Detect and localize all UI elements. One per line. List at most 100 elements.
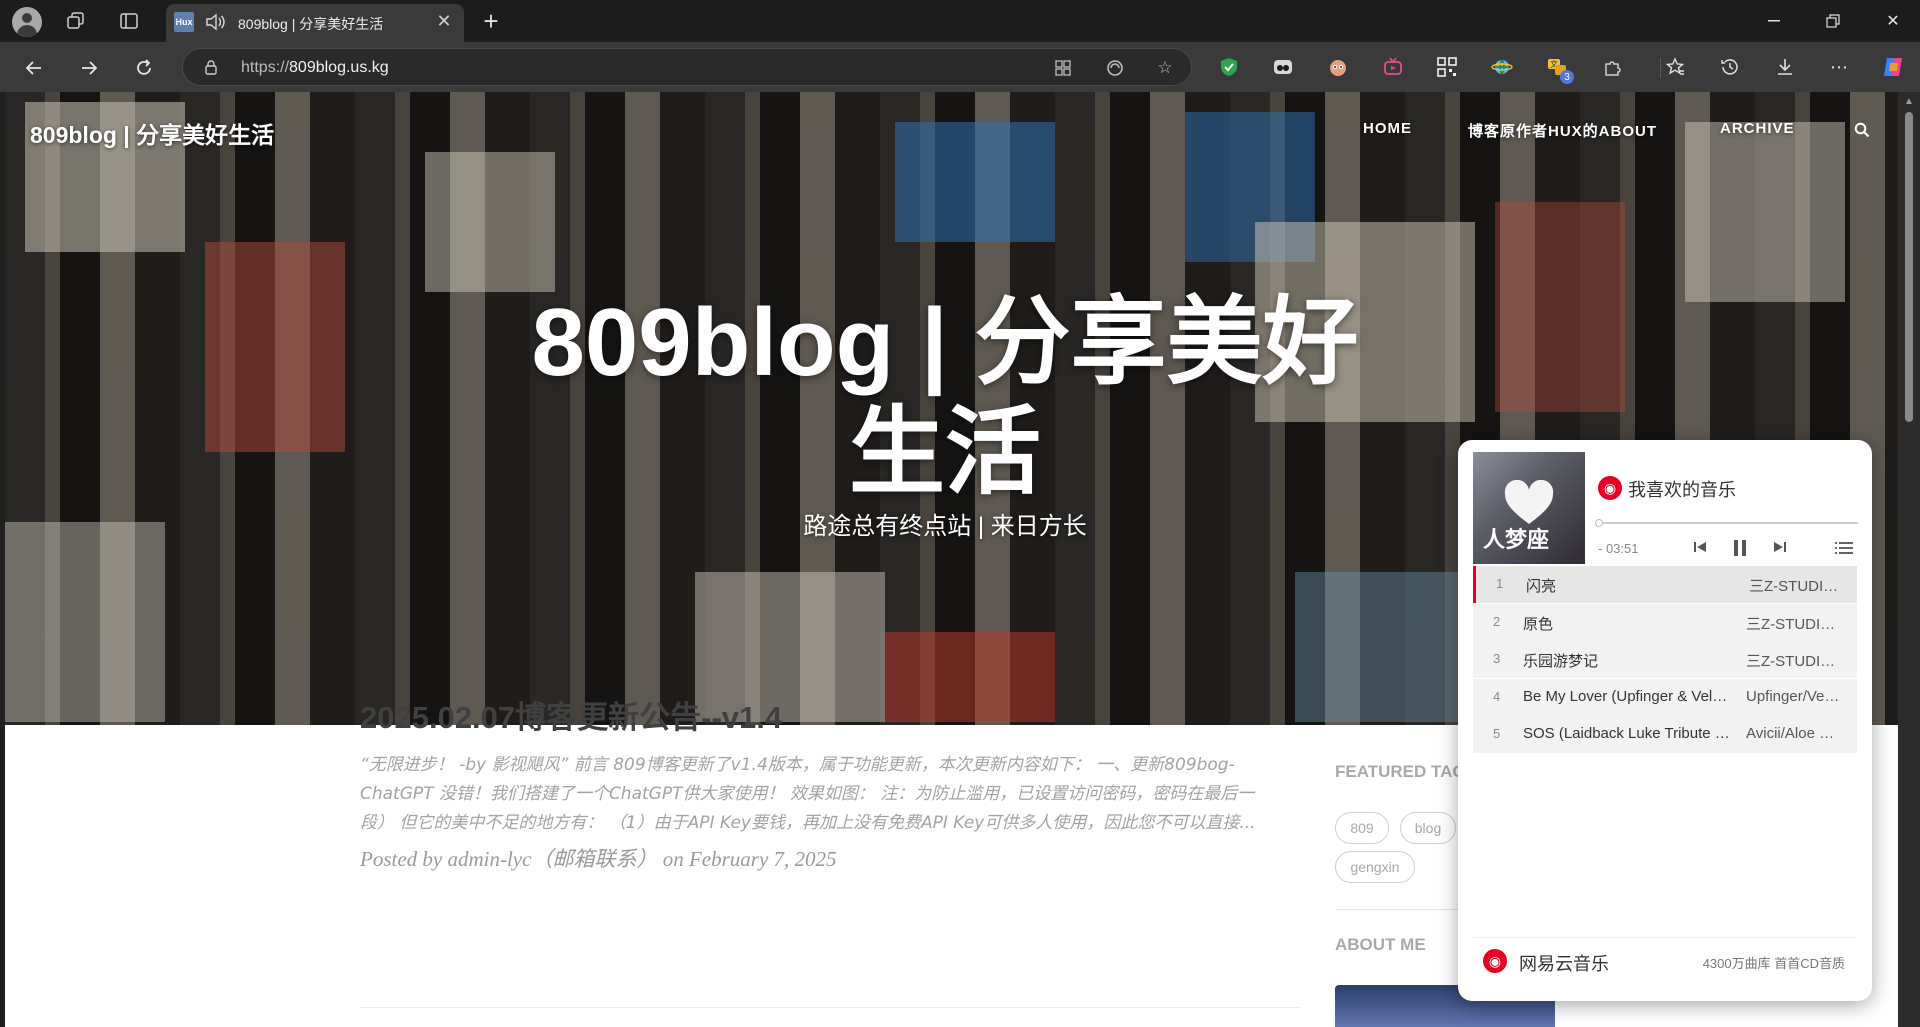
- site-favicon-icon: Hux: [174, 12, 194, 32]
- music-player: 人梦座 ◉ 我喜欢的音乐 - 03:51 1 闪亮 三Z-STUDIO/HOYO…: [1458, 440, 1872, 1001]
- read-aloud-icon[interactable]: [1103, 56, 1127, 80]
- nav-about-link[interactable]: 博客原作者HUX的ABOUT: [1468, 120, 1657, 141]
- forward-button[interactable]: [73, 52, 105, 84]
- favorites-icon[interactable]: [1662, 54, 1688, 80]
- extension-shield-check-icon[interactable]: [1216, 54, 1242, 80]
- about-me-heading: ABOUT ME: [1335, 935, 1426, 954]
- track-row[interactable]: 2 原色 三Z-STUDIO/HOYO-MiX: [1473, 604, 1857, 641]
- back-button[interactable]: [18, 52, 50, 84]
- new-tab-button[interactable]: +: [478, 6, 504, 36]
- track-row[interactable]: 3 乐园游梦记 三Z-STUDIO/HOYO-MiX: [1473, 641, 1857, 678]
- footer-note: 4300万曲库 首首CD音质: [1702, 956, 1845, 971]
- post-divider: [360, 1007, 1300, 1008]
- track-name: SOS (Laidback Luke Tribute Remix): [1523, 725, 1733, 742]
- workspaces-icon[interactable]: [62, 7, 90, 35]
- track-artist: Upfinger/Velvet: [1746, 688, 1842, 705]
- url-text[interactable]: https://809blog.us.kg: [241, 59, 389, 77]
- poster-background-image: [425, 152, 555, 292]
- track-name: 乐园游梦记: [1523, 653, 1599, 670]
- track-artist: 三Z-STUDIO/HOYO-MiX: [1746, 616, 1842, 633]
- close-tab-icon[interactable]: ✕: [432, 9, 456, 33]
- address-bar[interactable]: https://809blog.us.kg ☆: [182, 48, 1192, 86]
- previous-track-icon[interactable]: [1690, 537, 1710, 557]
- extension-monkey-icon[interactable]: [1325, 54, 1351, 80]
- poster-background-image: [5, 522, 165, 722]
- downloads-icon[interactable]: [1772, 54, 1798, 80]
- extension-eyes-icon[interactable]: [1270, 54, 1296, 80]
- track-name: Be My Lover (Upfinger & Velvet Remix): [1523, 688, 1733, 705]
- scroll-up-icon[interactable]: ▲: [1904, 96, 1914, 107]
- hero-subtitle: 路途总有终点站 | 来日方长: [803, 513, 1087, 540]
- post-excerpt[interactable]: “无限进步！ -by 影视飓风” 前言 809博客更新了v1.4版本，属于功能更…: [360, 751, 1280, 838]
- page-scrollbar[interactable]: ▲: [1898, 92, 1920, 1027]
- site-brand-link[interactable]: 809blog | 分享美好生活: [30, 116, 274, 150]
- extension-translate-icon[interactable]: 文 3: [1544, 54, 1574, 84]
- netease-logo-icon: ◉: [1598, 476, 1622, 500]
- copilot-icon[interactable]: [1880, 54, 1906, 80]
- netease-brand-label[interactable]: 网易云音乐: [1519, 950, 1609, 976]
- extension-badge: 3: [1560, 70, 1574, 84]
- nav-home-link[interactable]: HOME: [1363, 120, 1412, 137]
- playlist-toggle-icon[interactable]: [1833, 537, 1855, 559]
- tab-title: 809blog | 分享美好生活: [238, 16, 384, 32]
- heart-icon: [1503, 479, 1555, 526]
- minimize-button[interactable]: [1754, 6, 1794, 36]
- profile-avatar-icon[interactable]: [12, 7, 42, 37]
- tag-link[interactable]: blog: [1400, 812, 1456, 844]
- poster-background-image: [885, 632, 1055, 722]
- nav-archive-link[interactable]: ARCHIVE: [1720, 120, 1795, 137]
- featured-tags-heading: FEATURED TAGS: [1335, 762, 1477, 781]
- track-artist: Avicii/Aloe Blacc: [1746, 725, 1842, 742]
- extension-tv-icon[interactable]: [1380, 54, 1406, 80]
- app-available-icon[interactable]: [1051, 56, 1075, 80]
- tag-link[interactable]: gengxin: [1335, 851, 1415, 883]
- album-cover-text: 人梦座: [1483, 527, 1550, 553]
- search-icon[interactable]: [1854, 122, 1870, 138]
- extension-globe-icon[interactable]: [1489, 54, 1515, 80]
- poster-background-image: [895, 122, 1055, 242]
- history-icon[interactable]: [1717, 54, 1743, 80]
- post-meta: Posted by admin-lyc（邮箱联系） on February 7,…: [360, 847, 837, 871]
- restore-button[interactable]: [1813, 6, 1853, 36]
- pause-icon[interactable]: [1729, 537, 1751, 559]
- poster-background-image: [1685, 122, 1845, 302]
- poster-background-image: [1495, 202, 1625, 412]
- extension-qr-code-icon[interactable]: [1434, 54, 1460, 80]
- poster-background-image: [1295, 572, 1475, 722]
- track-index: 5: [1493, 726, 1501, 741]
- favorite-star-icon[interactable]: ☆: [1153, 56, 1177, 80]
- track-index: 2: [1493, 614, 1501, 629]
- hero-title-line1: 809blog | 分享美好: [531, 289, 1359, 396]
- tag-link[interactable]: 809: [1335, 812, 1389, 844]
- active-tab[interactable]: Hux 809blog | 分享美好生活 ✕: [166, 4, 464, 42]
- playlist-name: 我喜欢的音乐: [1628, 480, 1736, 500]
- speaker-icon[interactable]: [204, 11, 226, 33]
- track-index: 4: [1493, 689, 1501, 704]
- browser-toolbar: https://809blog.us.kg ☆ 文 3 ⋯: [0, 42, 1920, 92]
- scroll-thumb[interactable]: [1905, 112, 1913, 422]
- track-artist: 三Z-STUDIO/HOYO-MiX: [1749, 578, 1845, 595]
- track-row[interactable]: 1 闪亮 三Z-STUDIO/HOYO-MiX: [1473, 566, 1857, 603]
- hero-title: 809blog | 分享美好 生活: [475, 288, 1415, 508]
- more-menu-icon[interactable]: ⋯: [1826, 54, 1852, 80]
- lock-icon[interactable]: [203, 59, 219, 75]
- progress-knob[interactable]: [1595, 519, 1603, 527]
- hero-title-line2: 生活: [849, 399, 1041, 506]
- netease-logo-icon[interactable]: ◉: [1483, 949, 1507, 973]
- track-artist: 三Z-STUDIO/HOYO-MiX: [1746, 653, 1842, 670]
- track-row[interactable]: 5 SOS (Laidback Luke Tribute Remix) Avic…: [1473, 716, 1857, 753]
- poster-background-image: [205, 242, 345, 452]
- album-cover-image[interactable]: 人梦座: [1473, 452, 1585, 564]
- progress-bar[interactable]: [1595, 519, 1858, 527]
- extensions-puzzle-icon[interactable]: [1600, 54, 1626, 80]
- page-viewport: 809blog | 分享美好生活 HOME 博客原作者HUX的ABOUT ARC…: [5, 92, 1898, 1027]
- track-row[interactable]: 4 Be My Lover (Upfinger & Velvet Remix) …: [1473, 679, 1857, 716]
- tab-actions-icon[interactable]: [115, 7, 143, 35]
- close-window-button[interactable]: ✕: [1873, 6, 1913, 36]
- track-name: 闪亮: [1526, 578, 1557, 595]
- toolbar-separator: [1660, 58, 1661, 78]
- next-track-icon[interactable]: [1770, 537, 1790, 557]
- refresh-button[interactable]: [128, 52, 160, 84]
- player-footer: ◉ 网易云音乐 4300万曲库 首首CD音质: [1473, 937, 1857, 981]
- post-title-link[interactable]: 2025.02.07博客更新公告--v1.4: [360, 692, 782, 737]
